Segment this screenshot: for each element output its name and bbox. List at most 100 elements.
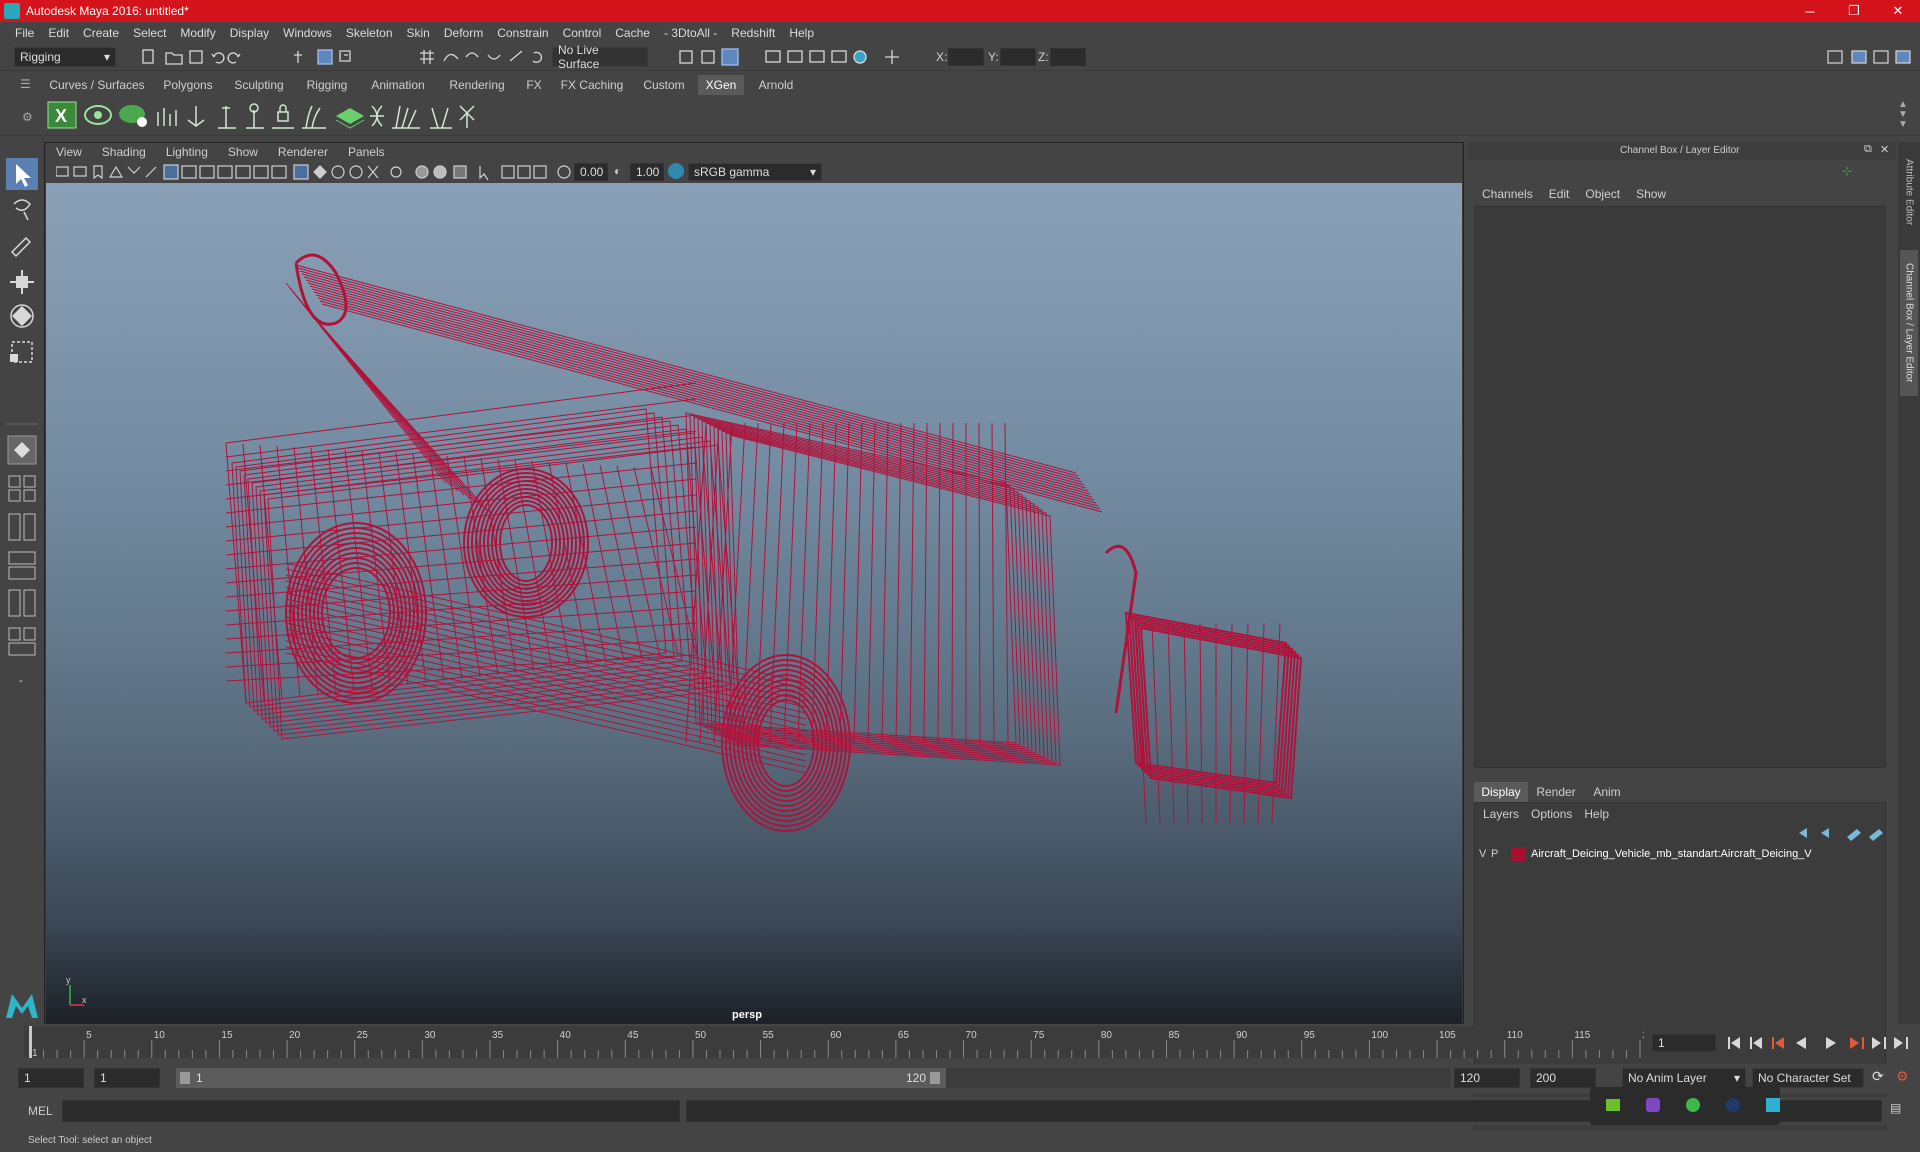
menu-3dtoall[interactable]: - 3DtoAll - <box>657 26 724 40</box>
exposure-field[interactable]: 0.00 <box>574 163 608 181</box>
script-editor-icon[interactable]: ▤ <box>1890 1101 1901 1115</box>
vp-menu-renderer[interactable]: Renderer <box>268 145 338 159</box>
attribute-editor-tab[interactable]: Attribute Editor <box>1900 150 1918 234</box>
close-panel-icon[interactable]: ✕ <box>1880 143 1889 156</box>
shelf-tab-sculpting[interactable]: Sculpting <box>226 75 292 95</box>
menu-deform[interactable]: Deform <box>437 26 490 40</box>
channelbox-side-tab[interactable]: Channel Box / Layer Editor <box>1900 250 1918 396</box>
playback-start-field[interactable]: 1 <box>94 1068 160 1088</box>
gamma-field[interactable]: 1.00 <box>630 163 664 181</box>
le-menu-help[interactable]: Help <box>1576 807 1617 821</box>
security-tray-icon[interactable] <box>1686 1098 1700 1112</box>
y-coord-field[interactable] <box>1000 48 1036 66</box>
layer-playback-toggle[interactable]: P <box>1491 848 1503 860</box>
shelf-tab-fx-caching[interactable]: FX Caching <box>554 75 630 95</box>
current-frame-field[interactable]: 1 <box>1652 1034 1716 1052</box>
menu-file[interactable]: File <box>8 26 41 40</box>
vp-menu-lighting[interactable]: Lighting <box>156 145 218 159</box>
shelf-scroll-arrows[interactable]: ▲ ▼ ▼ <box>1898 100 1908 130</box>
nvidia-tray-icon[interactable] <box>1606 1099 1620 1111</box>
float-panel-icon[interactable]: ⧉ <box>1864 143 1872 156</box>
range-start-handle[interactable] <box>180 1072 190 1084</box>
vp-menu-show[interactable]: Show <box>218 145 268 159</box>
undo-icon <box>211 52 225 64</box>
range-slider[interactable]: 1 120 <box>176 1068 946 1088</box>
shelf-tab-rendering[interactable]: Rendering <box>440 75 514 95</box>
layer-row[interactable]: V P Aircraft_Deicing_Vehicle_mb_standart… <box>1475 845 1885 863</box>
layer-visibility-toggle[interactable]: V <box>1479 848 1491 860</box>
shelf-tab-rigging[interactable]: Rigging <box>298 75 356 95</box>
layer-tab-display[interactable]: Display <box>1474 782 1528 802</box>
shelf-tab-xgen[interactable]: XGen <box>698 75 744 95</box>
menu-windows[interactable]: Windows <box>276 26 339 40</box>
color-management-icon[interactable] <box>668 163 684 179</box>
manipulator-icon[interactable]: ⊹ <box>1842 164 1852 178</box>
shelf-tab-animation[interactable]: Animation <box>362 75 434 95</box>
menu-create[interactable]: Create <box>76 26 126 40</box>
le-menu-options[interactable]: Options <box>1527 807 1576 821</box>
close-button[interactable]: ✕ <box>1876 0 1920 22</box>
menu-edit[interactable]: Edit <box>41 26 76 40</box>
menu-constrain[interactable]: Constrain <box>490 26 555 40</box>
vp-menu-view[interactable]: View <box>46 145 92 159</box>
cb-menu-edit[interactable]: Edit <box>1541 187 1578 201</box>
image-plane-icon <box>108 165 124 178</box>
cb-menu-channels[interactable]: Channels <box>1474 187 1541 201</box>
menu-display[interactable]: Display <box>223 26 276 40</box>
layer-tab-render[interactable]: Render <box>1528 782 1584 802</box>
shelf-settings-icon[interactable]: ⚙ <box>22 110 33 124</box>
time-slider[interactable]: 1 5 10 15 20 25 30 35 40 45 50 55 60 65 70 75 80 85 90 95 10… <box>24 1026 1659 1059</box>
menu-modify[interactable]: Modify <box>173 26 222 40</box>
cb-menu-show[interactable]: Show <box>1628 187 1674 201</box>
menu-help[interactable]: Help <box>782 26 821 40</box>
scene-start-field[interactable]: 1 <box>18 1068 84 1088</box>
playback-end-field[interactable]: 120 <box>1454 1068 1520 1088</box>
shelf-tab-arnold[interactable]: Arnold <box>750 75 802 95</box>
perspective-viewport[interactable]: persp y x <box>46 183 1462 1023</box>
menu-cache[interactable]: Cache <box>608 26 657 40</box>
le-menu-layers[interactable]: Layers <box>1475 807 1527 821</box>
body-wire-line <box>225 382 697 444</box>
boom-wire-line <box>309 285 1091 495</box>
x-coord-label: X: <box>936 50 948 64</box>
minimize-button[interactable]: ─ <box>1788 0 1832 22</box>
frame-tick-label: 95 <box>1304 1030 1316 1041</box>
menu-skeleton[interactable]: Skeleton <box>339 26 400 40</box>
scene-end-field[interactable]: 200 <box>1530 1068 1596 1088</box>
menu-control[interactable]: Control <box>556 26 609 40</box>
live-surface-field[interactable]: No Live Surface <box>552 43 648 71</box>
z-coord-field[interactable] <box>1050 48 1086 66</box>
command-language-label[interactable]: MEL <box>28 1104 53 1118</box>
shelf-tab-fx[interactable]: FX <box>520 75 548 95</box>
menu-redshift[interactable]: Redshift <box>724 26 782 40</box>
shelf-tab-curves-surfaces[interactable]: Curves / Surfaces <box>44 75 150 95</box>
shelf-tab-custom[interactable]: Custom <box>636 75 692 95</box>
shelf-menu-icon[interactable]: ☰ <box>20 77 31 91</box>
anim-layer-dropdown[interactable]: No Anim Layer ▾ <box>1622 1068 1746 1088</box>
x-coord-field[interactable] <box>948 48 984 66</box>
shelf-tab-polygons[interactable]: Polygons <box>156 75 220 95</box>
command-input[interactable] <box>62 1100 680 1122</box>
vp-menu-shading[interactable]: Shading <box>92 145 156 159</box>
menu-select[interactable]: Select <box>126 26 173 40</box>
truck-wireframe <box>225 253 1303 832</box>
color-space-dropdown[interactable]: sRGB gamma ▾ <box>688 163 822 181</box>
menuset-dropdown[interactable]: Rigging ▾ <box>14 47 116 67</box>
layer-tab-anim[interactable]: Anim <box>1584 782 1630 802</box>
layer-color-swatch[interactable] <box>1511 847 1525 861</box>
gamma-icon[interactable]: ◐ <box>614 164 621 178</box>
shelf: ⚙ X ▲ ▼ ▼ <box>0 96 1920 136</box>
frame-tick-label: 90 <box>1236 1030 1248 1041</box>
app-tray-icon[interactable] <box>1646 1098 1660 1112</box>
cb-menu-object[interactable]: Object <box>1577 187 1628 201</box>
display-tray-icon[interactable] <box>1766 1098 1780 1112</box>
steam-tray-icon[interactable] <box>1726 1098 1740 1112</box>
character-set-dropdown[interactable]: No Character Set <box>1752 1068 1864 1088</box>
vp-menu-panels[interactable]: Panels <box>338 145 395 159</box>
menu-skin[interactable]: Skin <box>400 26 437 40</box>
auto-key-icon[interactable]: ⟳ <box>1872 1068 1884 1085</box>
layer-name[interactable]: Aircraft_Deicing_Vehicle_mb_standart:Air… <box>1531 848 1812 860</box>
maximize-button[interactable]: ❐ <box>1832 0 1876 22</box>
range-end-handle[interactable] <box>930 1072 940 1084</box>
animation-prefs-icon[interactable]: ⚙ <box>1896 1068 1909 1085</box>
